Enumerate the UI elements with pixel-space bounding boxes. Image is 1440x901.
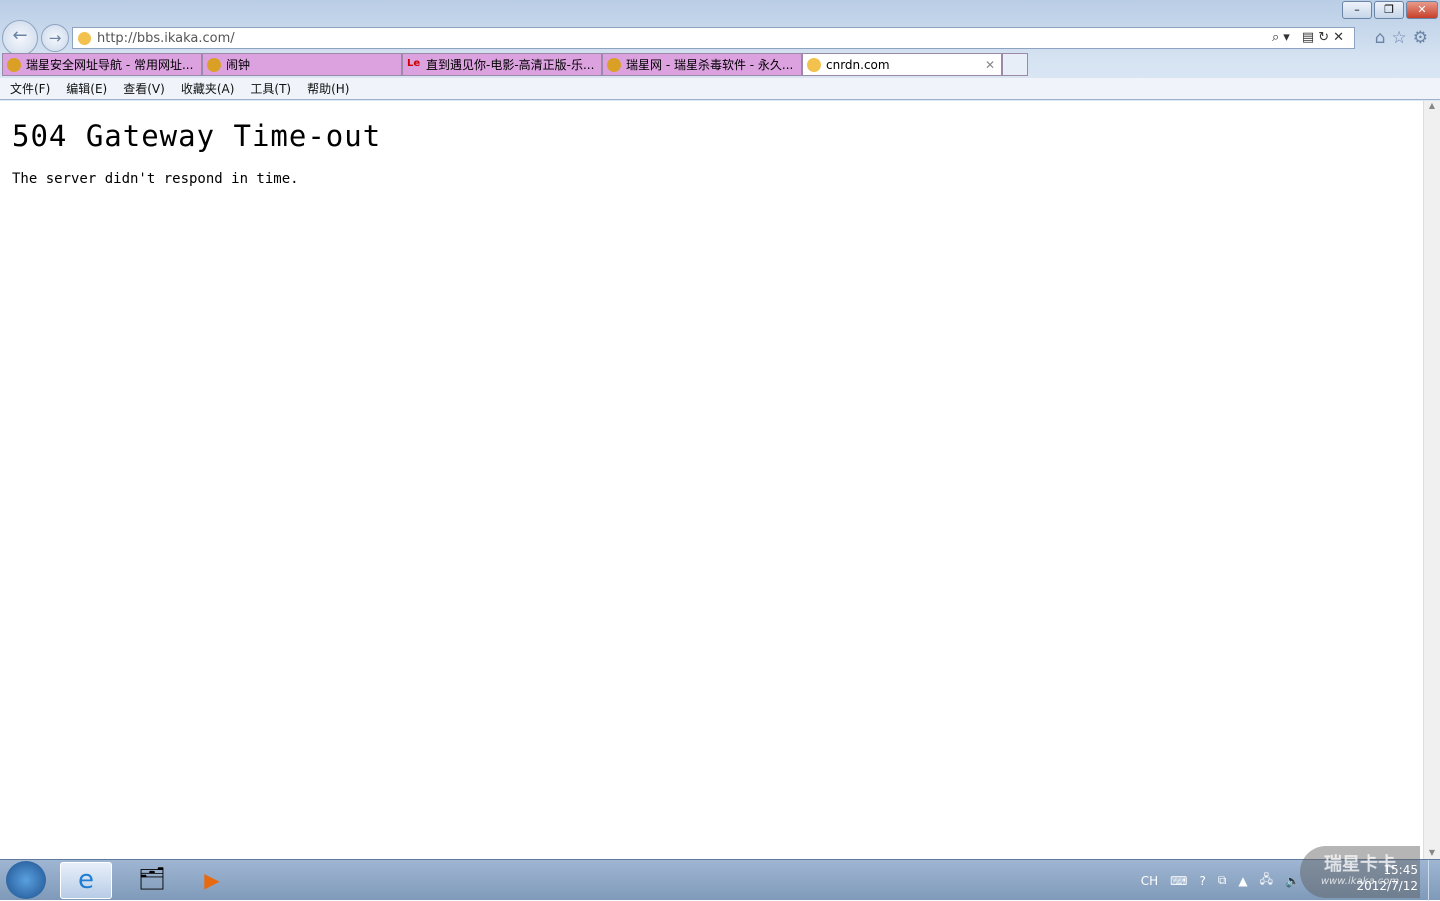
tab-title: 闹钟 — [226, 58, 251, 72]
tab-title: 瑞星网 - 瑞星杀毒软件 - 永久... — [626, 58, 794, 72]
search-icon[interactable]: ⌕▾ — [1272, 30, 1294, 45]
page-content: 504 Gateway Time-out The server didn't r… — [0, 101, 1423, 859]
new-tab-button[interactable] — [1002, 53, 1028, 76]
minimize-button[interactable]: – — [1342, 1, 1372, 19]
menu-favorites[interactable]: 收藏夹(A) — [181, 80, 235, 97]
menu-edit[interactable]: 编辑(E) — [66, 80, 107, 97]
clock[interactable]: 15:45 2012/7/12 — [1356, 862, 1418, 894]
address-tools: ⌕▾ ▤↻✕ — [1272, 30, 1348, 45]
ie-page-icon — [807, 57, 821, 72]
taskbar-media-player-icon[interactable]: ▶ — [188, 862, 236, 899]
vertical-scrollbar[interactable]: ▲ ▼ — [1423, 101, 1440, 859]
browser-chrome: – ❐ ✕ ← → http://bbs.ikaka.com/ ⌕▾ ▤↻✕ ⌂… — [0, 0, 1440, 101]
refresh-icon[interactable]: ↻ — [1318, 30, 1333, 45]
compat-icon[interactable]: ▤ — [1302, 30, 1318, 45]
clock-time: 15:45 — [1383, 863, 1418, 877]
home-icon[interactable]: ⌂ — [1375, 28, 1392, 48]
site-icon — [78, 31, 91, 45]
window-controls: – ❐ ✕ — [1340, 1, 1438, 19]
address-bar[interactable]: http://bbs.ikaka.com/ ⌕▾ ▤↻✕ — [72, 27, 1355, 49]
le-icon: Le — [407, 57, 421, 69]
tab[interactable]: 瑞星网 - 瑞星杀毒软件 - 永久... — [602, 53, 802, 76]
window-switch-icon[interactable]: ⧉ — [1218, 873, 1227, 888]
menu-bar: 文件(F) 编辑(E) 查看(V) 收藏夹(A) 工具(T) 帮助(H) — [0, 78, 1440, 100]
language-indicator[interactable]: CH — [1141, 874, 1158, 888]
taskbar-explorer-icon[interactable]: 🗂 — [128, 862, 176, 899]
taskbar-ie-icon[interactable]: e — [60, 862, 112, 899]
error-message: The server didn't respond in time. — [12, 171, 299, 187]
tab-title: 瑞星安全网址导航 - 常用网址... — [26, 58, 194, 72]
help-icon[interactable]: ? — [1199, 874, 1205, 888]
menu-view[interactable]: 查看(V) — [123, 80, 165, 97]
menu-tools[interactable]: 工具(T) — [250, 80, 291, 97]
network-icon[interactable]: 🖧 — [1260, 870, 1273, 891]
tab-bar: 瑞星安全网址导航 - 常用网址... 闹钟 Le 直到遇见你-电影-高清正版-乐.… — [2, 53, 1028, 77]
scroll-down-icon[interactable]: ▼ — [1424, 848, 1440, 857]
show-hidden-icons[interactable]: ▲ — [1238, 874, 1247, 888]
favorites-star-icon[interactable]: ☆ — [1392, 28, 1413, 48]
scroll-up-icon[interactable]: ▲ — [1424, 101, 1440, 110]
address-input[interactable]: http://bbs.ikaka.com/ — [97, 31, 235, 46]
tab[interactable]: 闹钟 — [202, 53, 402, 76]
volume-icon[interactable]: 🔈 — [1285, 874, 1300, 888]
taskbar: e 🗂 ▶ CH ⌨ ? ⧉ ▲ 🖧 🔈 瑞星卡卡 www.ikaka.com 1… — [0, 846, 1440, 901]
rising-lion-icon — [207, 57, 221, 72]
tab[interactable]: 瑞星安全网址导航 - 常用网址... — [2, 53, 202, 76]
close-tab-icon[interactable]: ✕ — [985, 58, 995, 72]
start-button[interactable] — [6, 861, 46, 899]
tab[interactable]: Le 直到遇见你-电影-高清正版-乐... — [402, 53, 602, 76]
forward-button[interactable]: → — [41, 24, 69, 52]
rising-lion-icon — [7, 57, 21, 72]
rising-lion-icon — [607, 57, 621, 72]
back-button[interactable]: ← — [2, 20, 38, 56]
clock-date: 2012/7/12 — [1356, 879, 1418, 893]
show-desktop-button[interactable] — [1428, 860, 1440, 901]
keyboard-icon[interactable]: ⌨ — [1170, 874, 1187, 888]
close-button[interactable]: ✕ — [1406, 1, 1438, 19]
restore-button[interactable]: ❐ — [1374, 1, 1404, 19]
tab-title: 直到遇见你-电影-高清正版-乐... — [426, 58, 595, 72]
tab-active[interactable]: cnrdn.com ✕ — [802, 53, 1002, 76]
gear-icon[interactable]: ⚙ — [1413, 28, 1434, 48]
tab-title: cnrdn.com — [826, 57, 890, 72]
menu-file[interactable]: 文件(F) — [10, 80, 50, 97]
menu-help[interactable]: 帮助(H) — [307, 80, 349, 97]
stop-icon[interactable]: ✕ — [1333, 30, 1348, 45]
page-title: 504 Gateway Time-out — [12, 119, 382, 153]
system-tray: CH ⌨ ? ⧉ ▲ 🖧 🔈 — [1141, 870, 1300, 891]
